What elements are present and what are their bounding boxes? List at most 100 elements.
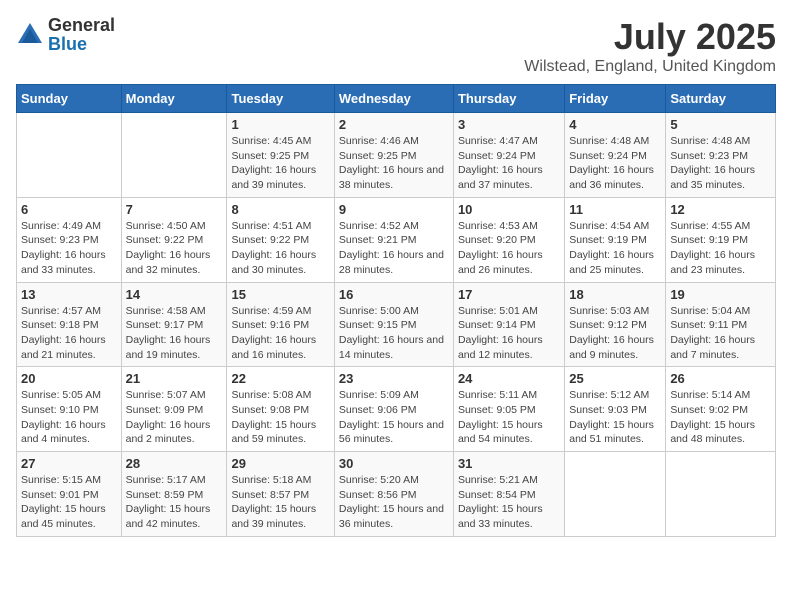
calendar-cell: 12 Sunrise: 4:55 AM Sunset: 9:19 PM Dayli… [666,197,776,282]
calendar-week-row: 20 Sunrise: 5:05 AM Sunset: 9:10 PM Dayli… [17,367,776,452]
day-number: 2 [339,117,449,132]
day-number: 12 [670,202,771,217]
day-number: 10 [458,202,560,217]
calendar-week-row: 1Sunrise: 4:45 AM Sunset: 9:25 PM Daylig… [17,113,776,198]
day-details: Sunrise: 5:14 AM Sunset: 9:02 PM Dayligh… [670,388,771,447]
day-details: Sunrise: 4:58 AM Sunset: 9:17 PM Dayligh… [126,304,223,363]
day-number: 21 [126,371,223,386]
day-number: 19 [670,287,771,302]
day-details: Sunrise: 5:21 AM Sunset: 8:54 PM Dayligh… [458,473,560,532]
calendar-week-row: 6Sunrise: 4:49 AM Sunset: 9:23 PM Daylig… [17,197,776,282]
calendar-cell: 16 Sunrise: 5:00 AM Sunset: 9:15 PM Dayli… [334,282,453,367]
weekday-header-row: SundayMondayTuesdayWednesdayThursdayFrid… [17,85,776,113]
day-details: Sunrise: 4:47 AM Sunset: 9:24 PM Dayligh… [458,134,560,193]
day-number: 29 [231,456,329,471]
day-number: 18 [569,287,661,302]
calendar-cell: 21 Sunrise: 5:07 AM Sunset: 9:09 PM Dayli… [121,367,227,452]
day-number: 16 [339,287,449,302]
day-number: 23 [339,371,449,386]
weekday-header-cell: Sunday [17,85,122,113]
calendar-cell: 20 Sunrise: 5:05 AM Sunset: 9:10 PM Dayli… [17,367,122,452]
title-area: July 2025 Wilstead, England, United King… [524,16,776,76]
calendar-cell: 5 Sunrise: 4:48 AM Sunset: 9:23 PM Daylig… [666,113,776,198]
calendar-cell: 3 Sunrise: 4:47 AM Sunset: 9:24 PM Daylig… [453,113,564,198]
calendar-cell: 6Sunrise: 4:49 AM Sunset: 9:23 PM Daylig… [17,197,122,282]
day-number: 13 [21,287,117,302]
main-title: July 2025 [524,16,776,58]
day-details: Sunrise: 4:46 AM Sunset: 9:25 PM Dayligh… [339,134,449,193]
day-details: Sunrise: 5:08 AM Sunset: 9:08 PM Dayligh… [231,388,329,447]
logo-general: General [48,15,115,35]
calendar-cell [565,452,666,537]
calendar-cell: 31 Sunrise: 5:21 AM Sunset: 8:54 PM Dayli… [453,452,564,537]
day-details: Sunrise: 4:49 AM Sunset: 9:23 PM Dayligh… [21,219,117,278]
day-details: Sunrise: 4:57 AM Sunset: 9:18 PM Dayligh… [21,304,117,363]
day-details: Sunrise: 4:53 AM Sunset: 9:20 PM Dayligh… [458,219,560,278]
day-details: Sunrise: 5:15 AM Sunset: 9:01 PM Dayligh… [21,473,117,532]
calendar-cell [666,452,776,537]
day-number: 24 [458,371,560,386]
calendar-cell: 11 Sunrise: 4:54 AM Sunset: 9:19 PM Dayli… [565,197,666,282]
calendar-cell: 17 Sunrise: 5:01 AM Sunset: 9:14 PM Dayli… [453,282,564,367]
day-details: Sunrise: 5:07 AM Sunset: 9:09 PM Dayligh… [126,388,223,447]
weekday-header-cell: Monday [121,85,227,113]
day-details: Sunrise: 4:59 AM Sunset: 9:16 PM Dayligh… [231,304,329,363]
day-details: Sunrise: 5:18 AM Sunset: 8:57 PM Dayligh… [231,473,329,532]
weekday-header-cell: Thursday [453,85,564,113]
day-number: 30 [339,456,449,471]
day-number: 28 [126,456,223,471]
day-number: 9 [339,202,449,217]
calendar-cell: 22Sunrise: 5:08 AM Sunset: 9:08 PM Dayli… [227,367,334,452]
day-number: 8 [231,202,329,217]
calendar-cell: 10 Sunrise: 4:53 AM Sunset: 9:20 PM Dayli… [453,197,564,282]
day-details: Sunrise: 5:04 AM Sunset: 9:11 PM Dayligh… [670,304,771,363]
calendar-cell: 27 Sunrise: 5:15 AM Sunset: 9:01 PM Dayli… [17,452,122,537]
weekday-header-cell: Wednesday [334,85,453,113]
day-number: 11 [569,202,661,217]
day-details: Sunrise: 5:01 AM Sunset: 9:14 PM Dayligh… [458,304,560,363]
day-number: 5 [670,117,771,132]
weekday-header-cell: Friday [565,85,666,113]
day-details: Sunrise: 5:20 AM Sunset: 8:56 PM Dayligh… [339,473,449,532]
calendar-cell: 15 Sunrise: 4:59 AM Sunset: 9:16 PM Dayli… [227,282,334,367]
day-details: Sunrise: 5:05 AM Sunset: 9:10 PM Dayligh… [21,388,117,447]
calendar-cell: 9 Sunrise: 4:52 AM Sunset: 9:21 PM Daylig… [334,197,453,282]
day-details: Sunrise: 4:52 AM Sunset: 9:21 PM Dayligh… [339,219,449,278]
day-details: Sunrise: 5:11 AM Sunset: 9:05 PM Dayligh… [458,388,560,447]
day-number: 27 [21,456,117,471]
day-details: Sunrise: 4:55 AM Sunset: 9:19 PM Dayligh… [670,219,771,278]
day-details: Sunrise: 5:03 AM Sunset: 9:12 PM Dayligh… [569,304,661,363]
calendar-cell: 14 Sunrise: 4:58 AM Sunset: 9:17 PM Dayli… [121,282,227,367]
calendar-cell: 26Sunrise: 5:14 AM Sunset: 9:02 PM Dayli… [666,367,776,452]
calendar-cell: 1Sunrise: 4:45 AM Sunset: 9:25 PM Daylig… [227,113,334,198]
day-number: 31 [458,456,560,471]
day-number: 7 [126,202,223,217]
day-details: Sunrise: 4:48 AM Sunset: 9:24 PM Dayligh… [569,134,661,193]
calendar-cell: 25 Sunrise: 5:12 AM Sunset: 9:03 PM Dayli… [565,367,666,452]
day-number: 20 [21,371,117,386]
calendar-week-row: 27 Sunrise: 5:15 AM Sunset: 9:01 PM Dayli… [17,452,776,537]
calendar-cell: 19 Sunrise: 5:04 AM Sunset: 9:11 PM Dayli… [666,282,776,367]
page-header: General Blue July 2025 Wilstead, England… [16,16,776,76]
calendar-cell: 30 Sunrise: 5:20 AM Sunset: 8:56 PM Dayli… [334,452,453,537]
day-details: Sunrise: 5:00 AM Sunset: 9:15 PM Dayligh… [339,304,449,363]
day-number: 15 [231,287,329,302]
day-number: 4 [569,117,661,132]
calendar-table: SundayMondayTuesdayWednesdayThursdayFrid… [16,84,776,537]
logo-blue: Blue [48,34,87,54]
day-details: Sunrise: 4:54 AM Sunset: 9:19 PM Dayligh… [569,219,661,278]
day-number: 3 [458,117,560,132]
day-number: 17 [458,287,560,302]
calendar-cell: 13 Sunrise: 4:57 AM Sunset: 9:18 PM Dayli… [17,282,122,367]
calendar-cell: 28Sunrise: 5:17 AM Sunset: 8:59 PM Dayli… [121,452,227,537]
day-details: Sunrise: 4:48 AM Sunset: 9:23 PM Dayligh… [670,134,771,193]
calendar-cell: 24 Sunrise: 5:11 AM Sunset: 9:05 PM Dayli… [453,367,564,452]
day-details: Sunrise: 5:12 AM Sunset: 9:03 PM Dayligh… [569,388,661,447]
day-number: 1 [231,117,329,132]
subtitle: Wilstead, England, United Kingdom [524,58,776,76]
weekday-header-cell: Tuesday [227,85,334,113]
calendar-cell: 7Sunrise: 4:50 AM Sunset: 9:22 PM Daylig… [121,197,227,282]
day-number: 25 [569,371,661,386]
day-number: 14 [126,287,223,302]
day-details: Sunrise: 5:09 AM Sunset: 9:06 PM Dayligh… [339,388,449,447]
